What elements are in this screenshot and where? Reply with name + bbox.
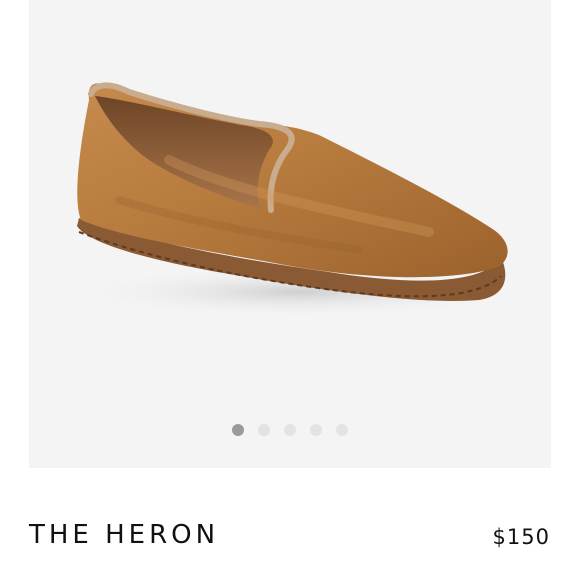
carousel-dot-1[interactable]: [232, 424, 244, 436]
carousel-dot-3[interactable]: [284, 424, 296, 436]
carousel-dots: [29, 424, 551, 436]
carousel-dot-4[interactable]: [310, 424, 322, 436]
velvet-loafer-image: [69, 82, 529, 318]
product-image-gallery[interactable]: [29, 0, 551, 468]
product-title: THE HERON: [29, 520, 220, 550]
carousel-dot-5[interactable]: [336, 424, 348, 436]
product-price: $150: [492, 525, 550, 549]
carousel-dot-2[interactable]: [258, 424, 270, 436]
